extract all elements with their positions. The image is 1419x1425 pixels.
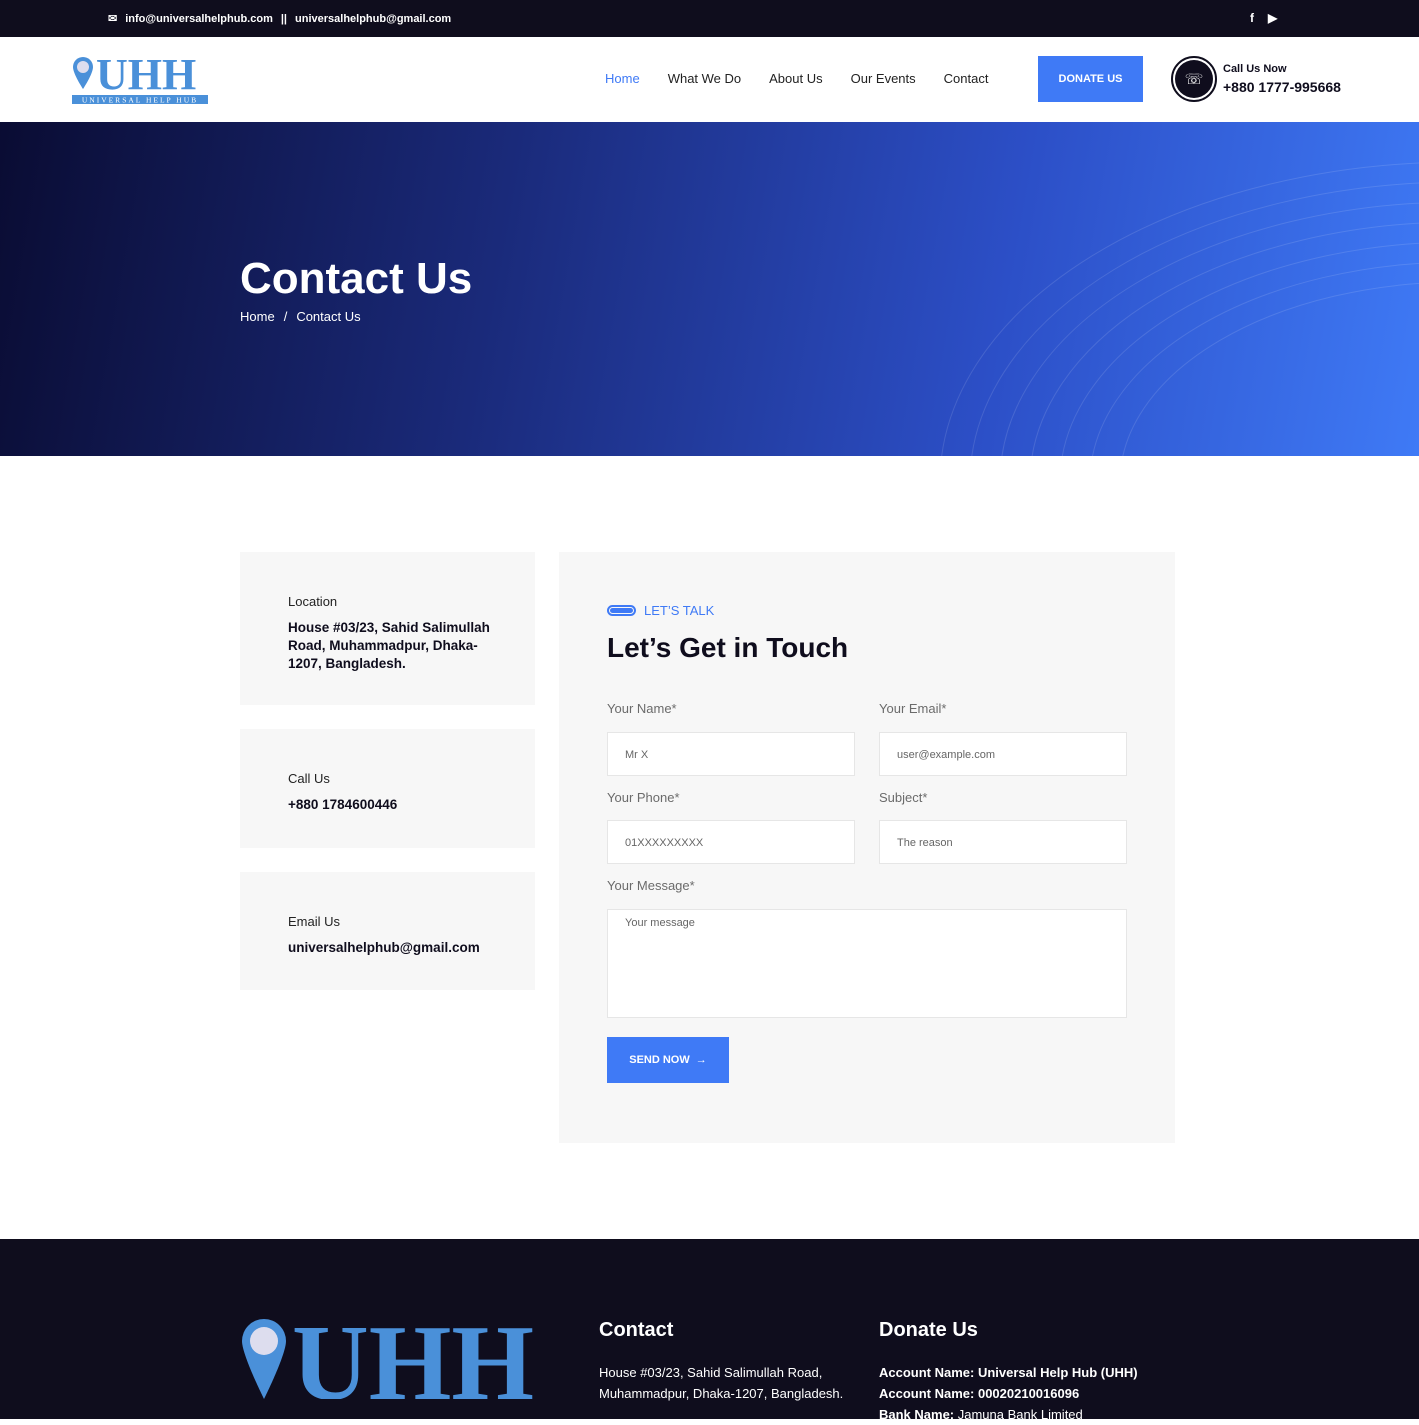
pill-icon [607, 605, 636, 616]
email-label: Email Us [288, 914, 341, 929]
account-name: Account Name: Universal Help Hub (UHH) [879, 1365, 1138, 1380]
subject-label: Subject* [879, 790, 928, 805]
message-textarea[interactable]: Your message [607, 909, 1127, 1018]
footer-address-1: House #03/23, Sahid Salimullah Road, [599, 1365, 823, 1380]
email-input[interactable]: user@example.com [879, 732, 1127, 776]
footer-contact-title: Contact [599, 1319, 674, 1341]
main-nav: Home What We Do About Us Our Events Cont… [605, 71, 988, 86]
phone-input[interactable]: 01XXXXXXXXX [607, 820, 855, 864]
footer-donate-title: Donate Us [879, 1319, 978, 1341]
top-bar: ✉ info@universalhelphub.com || universal… [0, 0, 1419, 37]
breadcrumb: Home / Contact Us [240, 309, 361, 324]
footer-donate: Donate Us Account Name: Universal Help H… [879, 1319, 1138, 1425]
top-separator: || [280, 12, 288, 25]
breadcrumb-separator: / [283, 309, 288, 324]
svg-text:UNIVERSAL HELP HUB: UNIVERSAL HELP HUB [82, 96, 198, 105]
contact-form: LET’S TALK Let’s Get in Touch Your Name*… [559, 552, 1175, 1143]
page-title: Contact Us [240, 254, 473, 303]
name-label: Your Name* [607, 701, 677, 716]
breadcrumb-current: Contact Us [296, 309, 361, 324]
nav-our-events[interactable]: Our Events [851, 71, 916, 86]
footer-logo: UHH [242, 1319, 534, 1399]
location-label: Location [288, 594, 338, 609]
nav-about-us[interactable]: About Us [769, 71, 822, 86]
phone-icon: ☏ [1171, 56, 1217, 102]
call-label: Call Us Now [1223, 63, 1287, 75]
account-number: Account Name: 00020210016096 [879, 1386, 1080, 1401]
call-card: Call Us +880 1784600446 [240, 729, 535, 848]
subject-input[interactable]: The reason [879, 820, 1127, 864]
site-logo[interactable]: UHH UNIVERSAL HELP HUB [72, 53, 208, 105]
form-title: Let’s Get in Touch [607, 632, 849, 663]
nav-contact[interactable]: Contact [944, 71, 989, 86]
call-number[interactable]: +880 1777-995668 [1223, 79, 1341, 95]
nav-what-we-do[interactable]: What We Do [668, 71, 741, 86]
facebook-icon[interactable]: f [1250, 11, 1254, 25]
svg-text:UHH: UHH [96, 53, 196, 99]
header: UHH UNIVERSAL HELP HUB Home What We Do A… [0, 37, 1419, 122]
lets-talk-tag: LET’S TALK [607, 603, 714, 618]
location-card: Location House #03/23, Sahid Salimullah … [240, 552, 535, 705]
hero-banner: Contact Us Home / Contact Us [0, 122, 1419, 456]
footer-contact: Contact House #03/23, Sahid Salimullah R… [599, 1319, 843, 1404]
email-value[interactable]: universalhelphub@gmail.com [288, 939, 535, 957]
call-value[interactable]: +880 1784600446 [288, 796, 535, 814]
location-value: House #03/23, Sahid Salimullah Road, Muh… [288, 620, 490, 671]
name-input[interactable]: Mr X [607, 732, 855, 776]
top-email-2[interactable]: universalhelphub@gmail.com [295, 13, 451, 25]
youtube-icon[interactable]: ▶ [1268, 11, 1277, 25]
email-card: Email Us universalhelphub@gmail.com [240, 872, 535, 990]
nav-home[interactable]: Home [605, 71, 640, 86]
footer-address-2: Muhammadpur, Dhaka-1207, Bangladesh. [599, 1386, 844, 1401]
bank-name: Bank Name: Jamuna Bank Limited [879, 1407, 1083, 1422]
footer: UHH Contact House #03/23, Sahid Salimull… [0, 1239, 1419, 1422]
phone-label: Your Phone* [607, 790, 680, 805]
donate-button[interactable]: DONATE US [1038, 56, 1143, 102]
mail-icon: ✉ [108, 13, 118, 25]
breadcrumb-home[interactable]: Home [240, 309, 275, 324]
wave-lines-decoration [941, 162, 1419, 456]
send-now-button[interactable]: SEND NOW → [607, 1037, 729, 1083]
email-field-label: Your Email* [879, 701, 947, 716]
arrow-right-icon: → [695, 1054, 707, 1066]
call-label: Call Us [288, 771, 330, 786]
top-email-1[interactable]: info@universalhelphub.com [125, 13, 273, 25]
svg-text:UHH: UHH [292, 1319, 534, 1399]
call-now[interactable]: ☏ Call Us Now +880 1777-995668 [1171, 56, 1341, 102]
message-label: Your Message* [607, 878, 695, 893]
